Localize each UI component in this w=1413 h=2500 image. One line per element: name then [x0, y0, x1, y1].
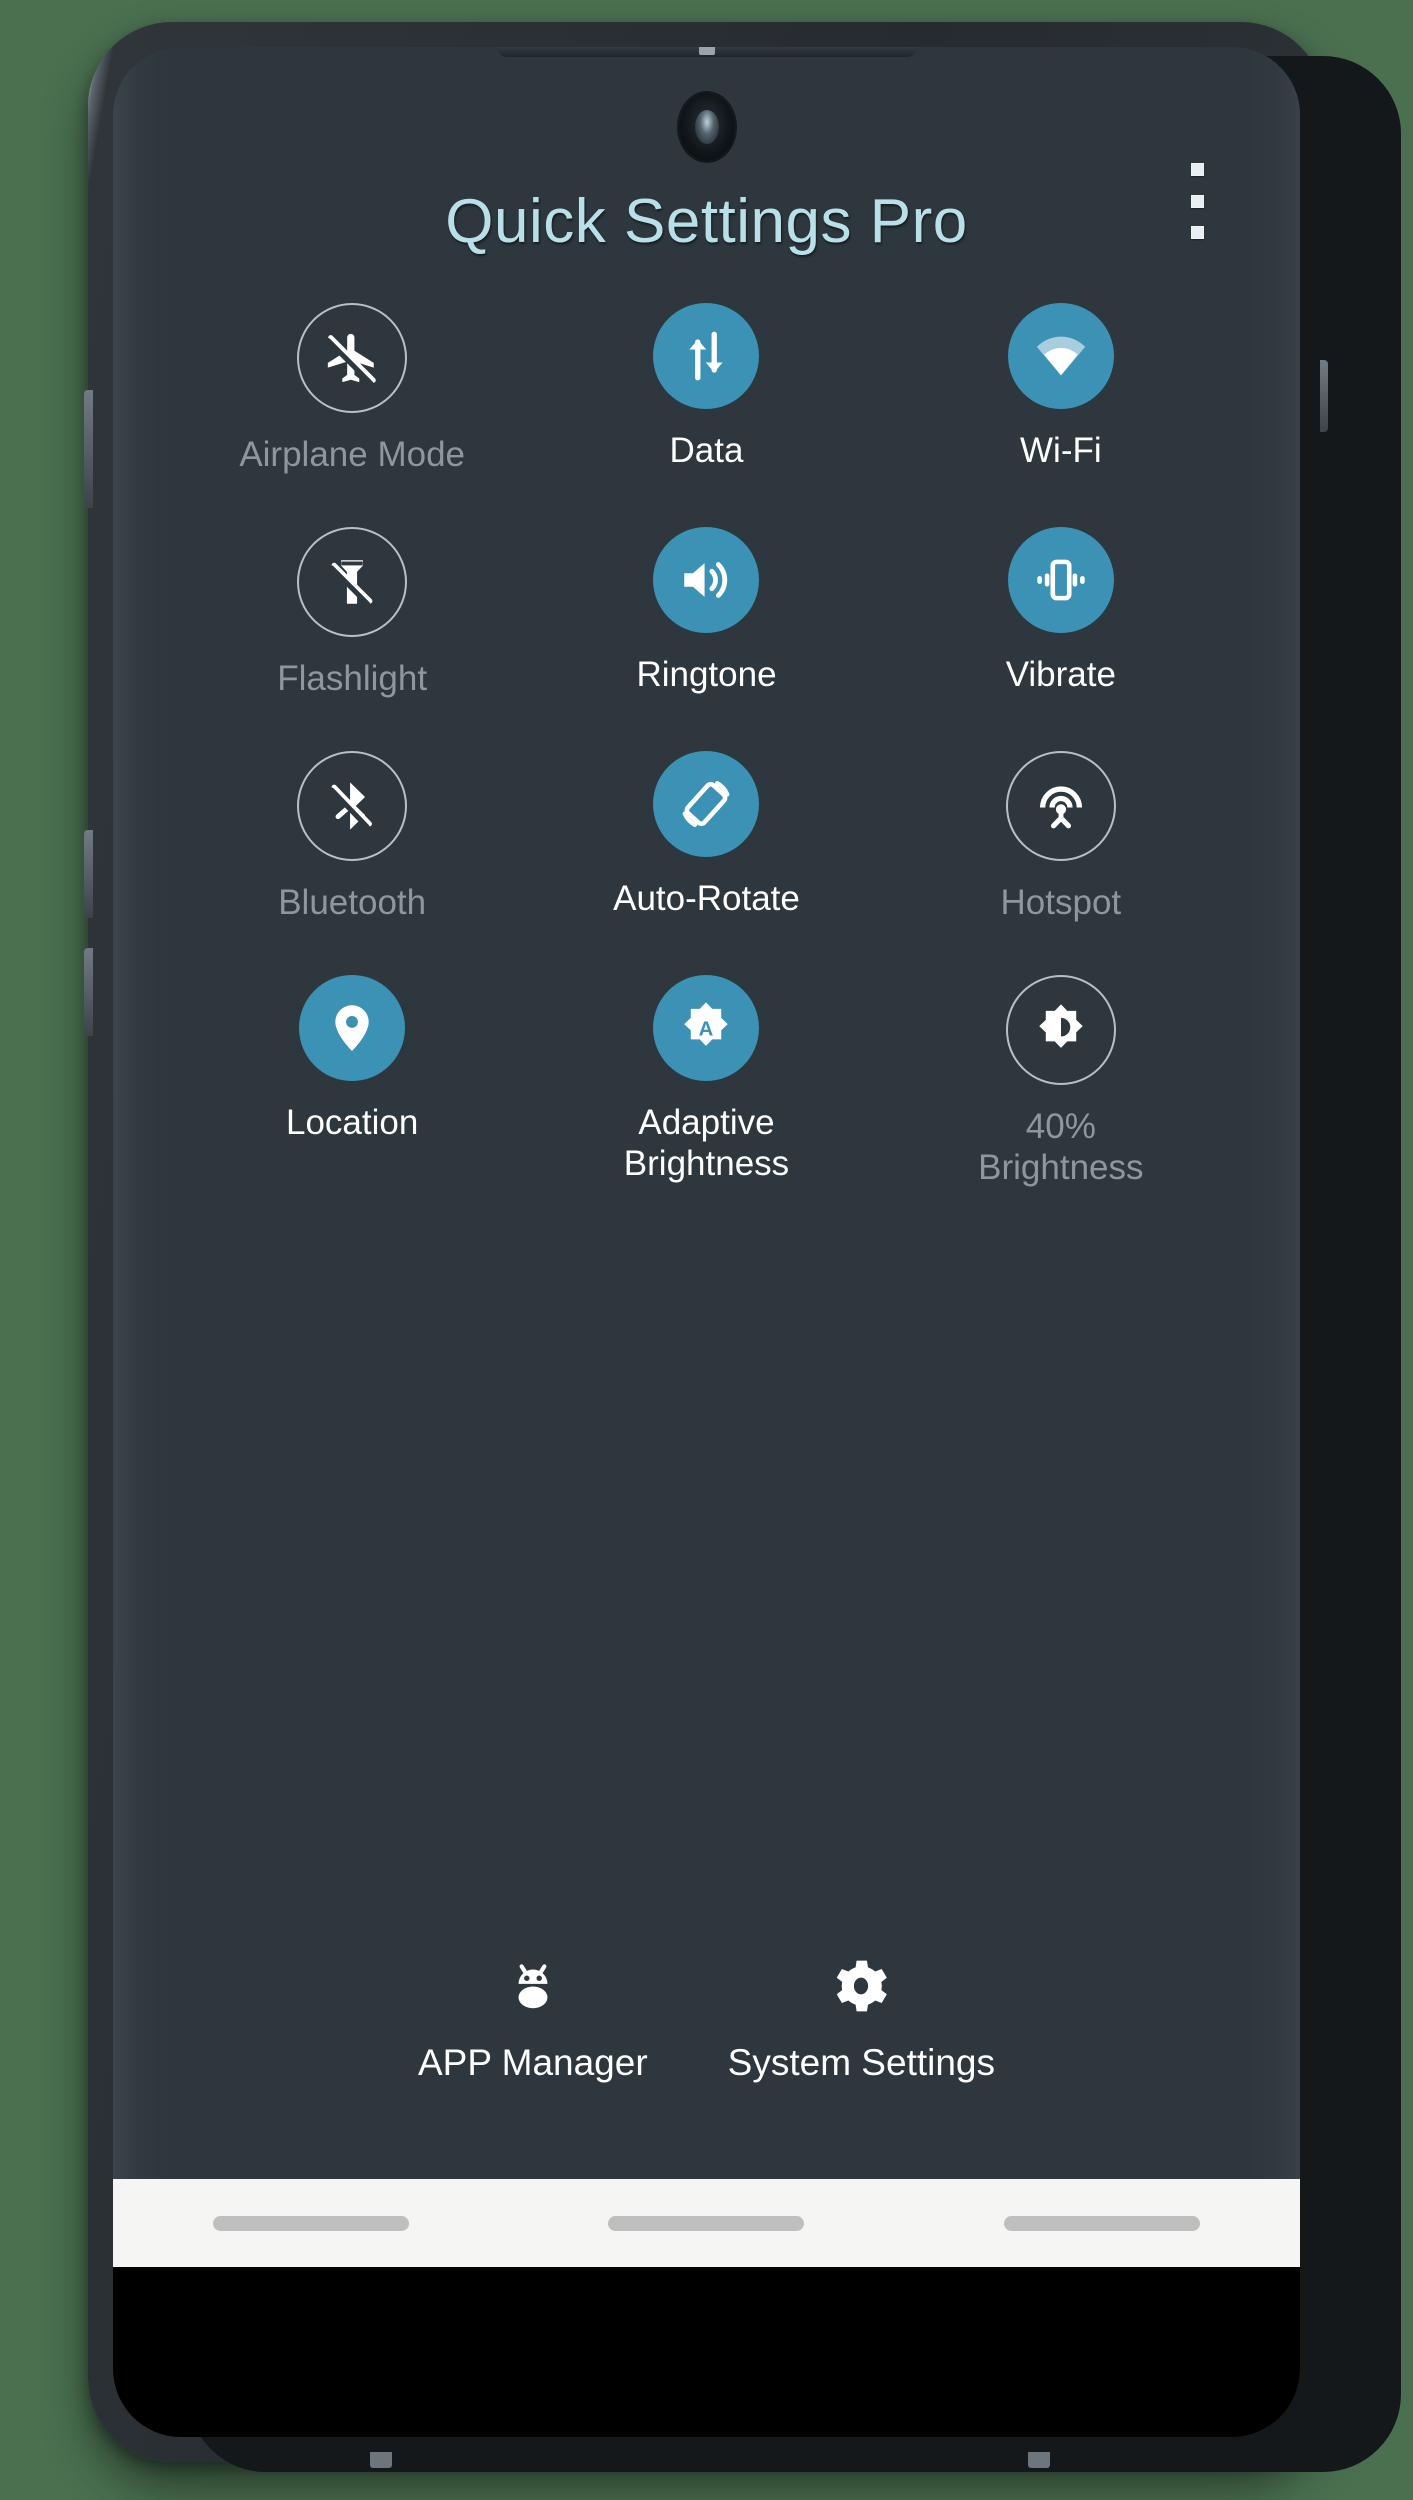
tile-airplane-mode[interactable]: Airplane Mode — [175, 303, 529, 527]
nav-pill-back[interactable] — [1004, 2215, 1201, 2231]
frame-antenna-line-left — [370, 2452, 392, 2468]
airplane-off-icon — [297, 303, 408, 413]
side-button-volume-up[interactable] — [84, 830, 93, 918]
screen-rotation-icon — [653, 751, 760, 857]
tile-label-vibrate: Vibrate — [1005, 655, 1116, 694]
side-button-volume-down[interactable] — [84, 948, 93, 1036]
data-transfer-icon — [653, 303, 760, 409]
tile-label-ringtone: Ringtone — [636, 655, 777, 694]
tile-location[interactable]: Location — [175, 975, 529, 1199]
location-pin-icon — [299, 975, 406, 1081]
overflow-dot-1 — [1190, 163, 1204, 176]
tile-label-hotspot: Hotspot — [1000, 883, 1122, 922]
tile-bluetooth[interactable]: Bluetooth — [175, 751, 529, 975]
wifi-icon — [1007, 303, 1114, 409]
hotspot-icon — [1005, 751, 1116, 861]
tile-label-brightness: 40% Brightness — [978, 1107, 1144, 1187]
brightness-medium-icon — [1005, 975, 1116, 1085]
flashlight-off-icon — [297, 527, 408, 637]
tile-brightness[interactable]: 40% Brightness — [884, 975, 1238, 1199]
tile-label-location: Location — [286, 1103, 419, 1142]
gear-icon — [830, 1950, 892, 2022]
tile-label-auto-rotate: Auto-Rotate — [613, 879, 800, 918]
tile-label-flashlight: Flashlight — [277, 659, 428, 698]
tile-wifi[interactable]: Wi-Fi — [884, 303, 1238, 527]
side-button-power[interactable] — [1320, 360, 1328, 432]
tile-label-bluetooth: Bluetooth — [278, 883, 427, 922]
nav-pill-recents[interactable] — [212, 2215, 409, 2231]
tile-label-adaptive-brightness: Adaptive Brightness — [623, 1103, 790, 1183]
tile-adaptive-brightness[interactable]: A Adaptive Brightness — [529, 975, 883, 1199]
vibration-icon — [1007, 527, 1114, 633]
nav-pill-home[interactable] — [608, 2215, 805, 2231]
volume-up-icon — [653, 527, 760, 633]
quick-settings-app: Quick Settings Pro Airplane Mode Data Wi-F… — [113, 47, 1300, 2437]
app-manager-label: APP Manager — [417, 2042, 648, 2083]
screen-bottom-bezel — [113, 2267, 1300, 2437]
tile-label-wifi: Wi-Fi — [1020, 431, 1102, 470]
tile-vibrate[interactable]: Vibrate — [884, 527, 1238, 751]
tile-auto-rotate[interactable]: Auto-Rotate — [529, 751, 883, 975]
system-settings-button[interactable]: System Settings — [714, 1950, 1009, 2084]
tile-data[interactable]: Data — [529, 303, 883, 527]
frame-antenna-line-right — [1028, 2452, 1050, 2468]
android-bug-icon — [502, 1950, 564, 2022]
svg-text:A: A — [699, 1018, 714, 1040]
app-manager-button[interactable]: APP Manager — [404, 1950, 662, 2084]
side-button-bixby[interactable] — [84, 390, 93, 508]
bluetooth-off-icon — [297, 751, 408, 861]
page-title: Quick Settings Pro — [445, 187, 968, 256]
tile-label-airplane-mode: Airplane Mode — [239, 435, 466, 474]
tile-label-data: Data — [669, 431, 744, 470]
tile-hotspot[interactable]: Hotspot — [884, 751, 1238, 975]
tile-ringtone[interactable]: Ringtone — [529, 527, 883, 751]
phone-screen: Quick Settings Pro Airplane Mode Data Wi-F… — [113, 47, 1300, 2437]
android-navigation-bar — [113, 2179, 1300, 2267]
system-settings-label: System Settings — [727, 2042, 996, 2083]
quick-settings-tile-grid: Airplane Mode Data Wi-Fi Flashlight Ringtone… — [175, 303, 1238, 1199]
brightness-auto-icon: A — [653, 975, 760, 1081]
action-button-row: APP Manager System Settings — [113, 1950, 1300, 2084]
tile-flashlight[interactable]: Flashlight — [175, 527, 529, 751]
